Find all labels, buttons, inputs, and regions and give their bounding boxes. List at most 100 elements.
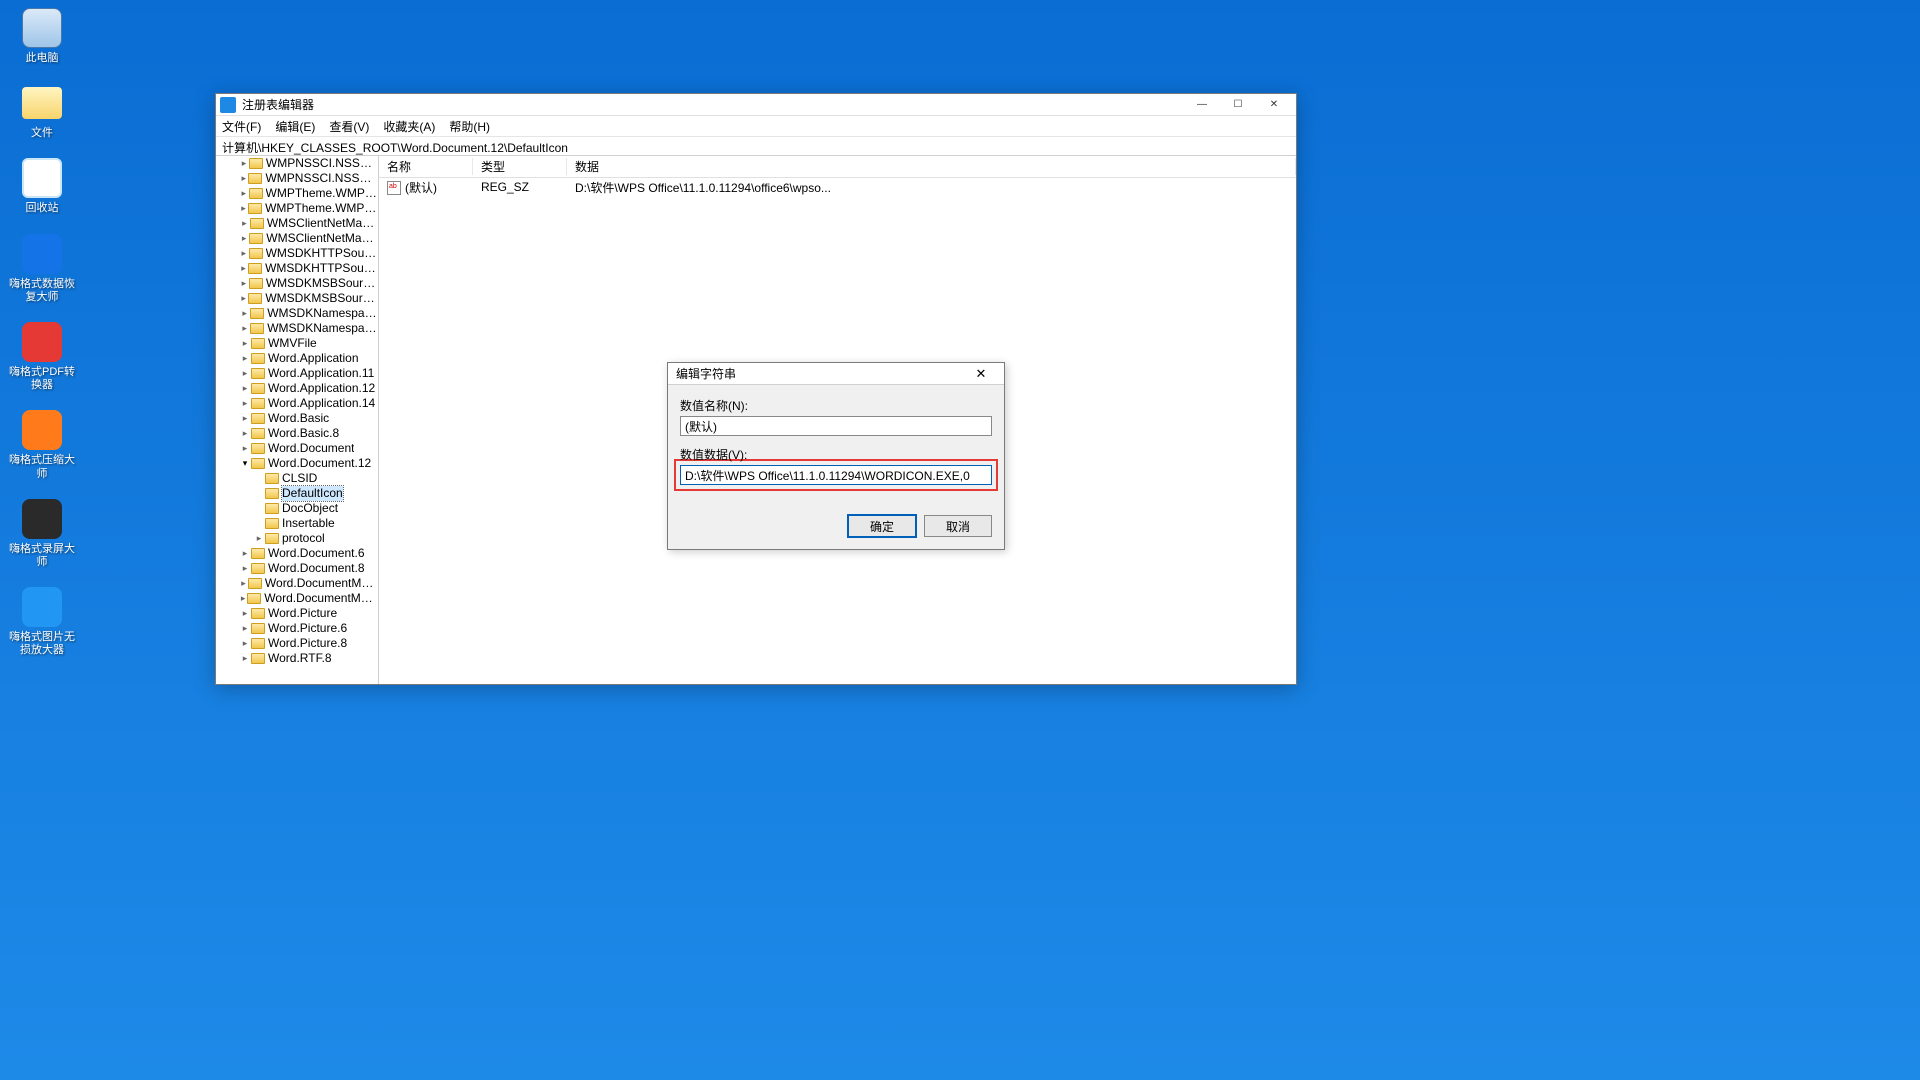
tree-item[interactable]: Word.Document.8 (216, 561, 378, 576)
desktop-icon-image[interactable]: 嗨格式图片无损放大器 (8, 587, 76, 657)
desktop-icon-this-pc[interactable]: 此电脑 (8, 8, 76, 65)
tree-item[interactable]: WMSDKHTTPSourcePlugin (216, 246, 378, 261)
expand-icon[interactable] (240, 396, 250, 411)
tree-item[interactable]: WMSDKHTTPSourcePlugin.1 (216, 261, 378, 276)
expand-icon[interactable] (240, 546, 250, 561)
title-bar[interactable]: 注册表编辑器 — ☐ ✕ (216, 94, 1296, 116)
tree-item[interactable]: DefaultIcon (216, 486, 378, 501)
tree-item[interactable]: protocol (216, 531, 378, 546)
tree-item[interactable]: WMSDKMSBSourcePlugin.1 (216, 291, 378, 306)
tree-item[interactable]: WMSDKMSBSourcePlugin (216, 276, 378, 291)
registry-tree[interactable]: WMPNSSCI.NSSManagerWMPNSSCI.NSSManager.1… (216, 156, 379, 684)
expand-icon[interactable] (240, 606, 250, 621)
value-data-input[interactable] (680, 465, 992, 485)
tree-item[interactable]: Word.Document.6 (216, 546, 378, 561)
address-bar[interactable]: 计算机\HKEY_CLASSES_ROOT\Word.Document.12\D… (216, 136, 1296, 156)
desktop-icon-compress[interactable]: 嗨格式压缩大师 (8, 410, 76, 480)
expand-icon[interactable] (240, 621, 250, 636)
expand-icon[interactable] (240, 456, 250, 471)
tree-item[interactable]: Word.Basic.8 (216, 426, 378, 441)
dialog-close-button[interactable]: ✕ (966, 366, 996, 382)
desktop-icon-recycle[interactable]: 回收站 (8, 158, 76, 215)
dialog-titlebar[interactable]: 编辑字符串 ✕ (668, 363, 1004, 385)
tree-item[interactable]: WMSDKNamespace.2 (216, 321, 378, 336)
value-name-input[interactable] (680, 416, 992, 436)
expand-icon[interactable] (240, 561, 250, 576)
expand-icon[interactable] (240, 261, 247, 276)
tree-item[interactable]: Word.Application.11 (216, 366, 378, 381)
tree-item[interactable]: CLSID (216, 471, 378, 486)
tree-item[interactable]: Word.Application (216, 351, 378, 366)
tree-item[interactable]: Insertable (216, 516, 378, 531)
tree-item[interactable]: Word.Basic (216, 411, 378, 426)
desktop-icon-files[interactable]: 文件 (8, 83, 76, 140)
folder-icon (250, 308, 264, 319)
tree-item[interactable]: WMPTheme.WMPSkinMngr.1 (216, 201, 378, 216)
tree-item[interactable]: WMSClientNetManager (216, 216, 378, 231)
expand-icon[interactable] (254, 531, 264, 546)
expand-icon[interactable] (240, 321, 249, 336)
expand-icon[interactable] (240, 411, 250, 426)
menu-item[interactable]: 编辑(E) (275, 118, 315, 135)
tree-item[interactable]: Word.DocumentMacroEnabled (216, 576, 378, 591)
tree-item[interactable]: WMSClientNetManager.1 (216, 231, 378, 246)
expand-icon[interactable] (240, 381, 250, 396)
column-headers[interactable]: 名称 类型 数据 (379, 156, 1296, 178)
tree-item[interactable]: Word.Document (216, 441, 378, 456)
expand-icon[interactable] (240, 186, 248, 201)
tree-item[interactable]: DocObject (216, 501, 378, 516)
tree-item[interactable]: WMPNSSCI.NSSManager.1 (216, 171, 378, 186)
minimize-button[interactable]: — (1184, 95, 1220, 115)
menu-item[interactable]: 查看(V) (329, 118, 369, 135)
expand-icon[interactable] (240, 276, 248, 291)
col-name[interactable]: 名称 (379, 158, 473, 175)
menu-item[interactable]: 收藏夹(A) (383, 118, 435, 135)
expand-icon[interactable] (240, 156, 248, 171)
col-type[interactable]: 类型 (473, 158, 567, 175)
expand-icon[interactable] (240, 576, 247, 591)
tree-item-label: WMSClientNetManager.1 (266, 231, 378, 246)
expand-icon[interactable] (240, 171, 247, 186)
col-data[interactable]: 数据 (567, 158, 1296, 175)
expand-icon[interactable] (240, 306, 249, 321)
folder-icon (251, 458, 265, 469)
tree-item[interactable]: Word.DocumentMacroEnabled.12 (216, 591, 378, 606)
expand-icon[interactable] (240, 366, 250, 381)
desktop-icon-recovery[interactable]: 嗨格式数据恢复大师 (8, 234, 76, 304)
desktop-icon-screenrec[interactable]: 嗨格式录屏大师 (8, 499, 76, 569)
expand-icon[interactable] (240, 231, 248, 246)
expand-icon[interactable] (240, 591, 246, 606)
tree-item[interactable]: Word.Application.12 (216, 381, 378, 396)
tree-item[interactable]: WMPTheme.WMPSkinMngr (216, 186, 378, 201)
maximize-button[interactable]: ☐ (1220, 95, 1256, 115)
expand-icon[interactable] (240, 426, 250, 441)
expand-icon[interactable] (240, 246, 248, 261)
expand-icon[interactable] (240, 441, 250, 456)
folder-icon (251, 608, 265, 619)
expand-icon[interactable] (240, 201, 247, 216)
tree-item[interactable]: Word.Picture.8 (216, 636, 378, 651)
tree-item[interactable]: WMVFile (216, 336, 378, 351)
cancel-button[interactable]: 取消 (924, 515, 992, 537)
expand-icon[interactable] (240, 636, 250, 651)
ok-button[interactable]: 确定 (848, 515, 916, 537)
tree-item[interactable]: Word.Picture (216, 606, 378, 621)
expand-icon[interactable] (240, 216, 249, 231)
tree-item[interactable]: Word.Document.12 (216, 456, 378, 471)
expand-icon[interactable] (240, 351, 250, 366)
expand-icon[interactable] (240, 651, 250, 666)
value-row[interactable]: (默认) REG_SZ D:\软件\WPS Office\11.1.0.1129… (379, 178, 1296, 196)
menu-item[interactable]: 帮助(H) (449, 118, 490, 135)
folder-icon (248, 203, 262, 214)
expand-icon[interactable] (240, 336, 250, 351)
menu-item[interactable]: 文件(F) (222, 118, 261, 135)
tree-item[interactable]: WMSDKNamespace.1 (216, 306, 378, 321)
close-button[interactable]: ✕ (1256, 95, 1292, 115)
tree-item[interactable]: Word.Picture.6 (216, 621, 378, 636)
tree-item[interactable]: Word.RTF.8 (216, 651, 378, 666)
expand-icon[interactable] (240, 291, 247, 306)
edit-string-dialog: 编辑字符串 ✕ 数值名称(N): 数值数据(V): 确定 取消 (667, 362, 1005, 550)
tree-item[interactable]: WMPNSSCI.NSSManager (216, 156, 378, 171)
desktop-icon-pdf[interactable]: 嗨格式PDF转换器 (8, 322, 76, 392)
tree-item[interactable]: Word.Application.14 (216, 396, 378, 411)
